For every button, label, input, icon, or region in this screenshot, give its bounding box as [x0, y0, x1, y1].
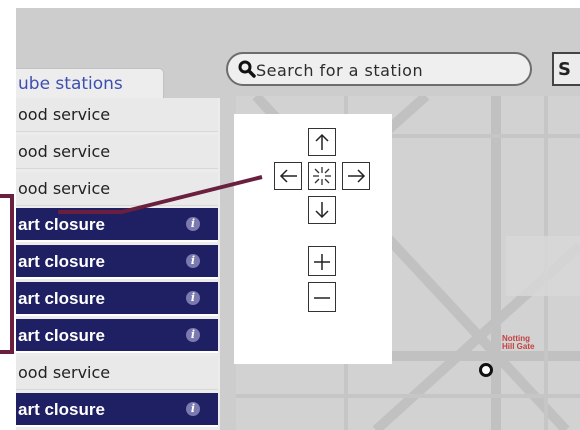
callout-overlay — [0, 175, 263, 354]
callout-connector-line — [58, 175, 263, 214]
callout-bracket — [0, 194, 14, 354]
